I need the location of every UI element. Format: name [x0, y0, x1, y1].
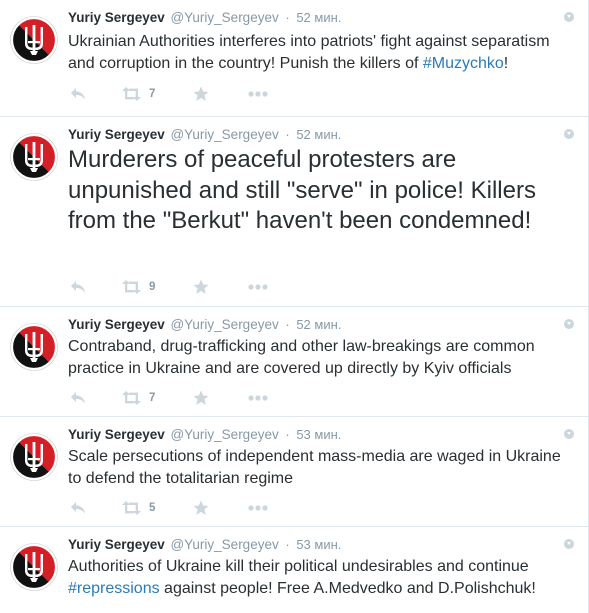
tweet-text: Contraband, drug-trafficking and other l… — [68, 338, 535, 377]
favorite-button[interactable] — [193, 390, 209, 406]
author-handle[interactable]: @Yuriy_Sergeyev — [170, 427, 278, 442]
retweet-icon — [122, 280, 141, 294]
reply-icon — [71, 502, 85, 514]
reply-button[interactable] — [70, 279, 86, 295]
ellipsis-icon — [248, 505, 268, 511]
tweet-text-part: Authorities of Ukraine kill their politi… — [68, 558, 529, 575]
star-icon — [193, 390, 209, 405]
separator-dot: · — [285, 427, 290, 442]
reply-icon — [71, 88, 85, 100]
author-handle[interactable]: @Yuriy_Sergeyev — [170, 317, 278, 332]
reply-icon — [71, 281, 85, 293]
avatar[interactable] — [10, 133, 58, 181]
retweet-count: 9 — [149, 281, 156, 293]
tweet-text-part: ! — [503, 55, 509, 72]
retweet-icon — [122, 501, 141, 515]
tweet-header: Yuriy Sergeyev @Yuriy_Sergeyev · 53 мин. — [68, 427, 341, 443]
ellipsis-icon — [248, 91, 268, 97]
author-name[interactable]: Yuriy Sergeyev — [68, 537, 165, 552]
reply-button[interactable] — [70, 390, 86, 406]
retweet-button[interactable]: 5 — [122, 500, 155, 516]
hashtag-link[interactable]: #Muzychko — [423, 55, 504, 72]
favorite-button[interactable] — [193, 86, 209, 102]
tweet-text: Scale persecutions of independent mass-m… — [68, 448, 561, 487]
tweet-item[interactable]: Yuriy Sergeyev @Yuriy_Sergeyev · 53 мин.… — [0, 417, 588, 527]
retweet-count: 7 — [149, 88, 156, 100]
tweet-text: Ukrainian Authorities interferes into pa… — [68, 31, 568, 75]
tweet-text: Murderers of peaceful protesters are unp… — [68, 146, 536, 234]
star-icon — [193, 86, 209, 101]
tweet-timestamp[interactable]: 52 мин. — [296, 10, 341, 25]
star-icon — [193, 500, 209, 515]
tweet-item[interactable]: Yuriy Sergeyev @Yuriy_Sergeyev · 52 мин.… — [0, 0, 588, 117]
retweet-count: 5 — [149, 502, 156, 514]
retweet-icon — [122, 87, 141, 101]
retweet-button[interactable]: 9 — [122, 279, 155, 295]
separator-dot: · — [285, 537, 290, 552]
retweet-button[interactable]: 7 — [122, 390, 155, 406]
tweet-item[interactable]: Yuriy Sergeyev @Yuriy_Sergeyev · 52 мин.… — [0, 117, 588, 307]
more-button[interactable] — [248, 390, 268, 406]
more-button[interactable] — [248, 86, 268, 102]
reply-button[interactable] — [70, 86, 86, 102]
author-handle[interactable]: @Yuriy_Sergeyev — [170, 10, 278, 25]
tweet-header: Yuriy Sergeyev @Yuriy_Sergeyev · 52 мин. — [68, 127, 341, 143]
tweet-timestamp[interactable]: 52 мин. — [296, 127, 341, 142]
favorite-button[interactable] — [193, 500, 209, 516]
tweet-timestamp[interactable]: 52 мин. — [296, 317, 341, 332]
tweet-text: Authorities of Ukraine kill their politi… — [68, 556, 568, 600]
separator-dot: · — [285, 10, 290, 25]
retweet-icon — [122, 391, 141, 405]
star-icon — [193, 279, 209, 294]
tweet-timeline: Yuriy Sergeyev @Yuriy_Sergeyev · 52 мин.… — [0, 0, 589, 613]
more-menu-caret-icon[interactable] — [564, 129, 574, 139]
favorite-button[interactable] — [193, 279, 209, 295]
more-menu-caret-icon[interactable] — [564, 12, 574, 22]
avatar[interactable] — [10, 543, 58, 591]
reply-icon — [71, 392, 85, 404]
more-menu-caret-icon[interactable] — [564, 319, 574, 329]
more-menu-caret-icon[interactable] — [564, 429, 574, 439]
more-button[interactable] — [248, 279, 268, 295]
author-handle[interactable]: @Yuriy_Sergeyev — [170, 537, 278, 552]
separator-dot: · — [285, 317, 290, 332]
ellipsis-icon — [248, 284, 268, 290]
hashtag-link[interactable]: #repressions — [68, 580, 160, 597]
author-handle[interactable]: @Yuriy_Sergeyev — [170, 127, 278, 142]
reply-button[interactable] — [70, 500, 86, 516]
retweet-count: 7 — [149, 392, 156, 404]
more-button[interactable] — [248, 500, 268, 516]
author-name[interactable]: Yuriy Sergeyev — [68, 10, 165, 25]
tweet-item[interactable]: Yuriy Sergeyev @Yuriy_Sergeyev · 52 мин.… — [0, 307, 588, 417]
avatar[interactable] — [10, 323, 58, 371]
separator-dot: · — [285, 127, 290, 142]
author-name[interactable]: Yuriy Sergeyev — [68, 127, 165, 142]
tweet-header: Yuriy Sergeyev @Yuriy_Sergeyev · 52 мин. — [68, 317, 341, 333]
tweet-item[interactable]: Yuriy Sergeyev @Yuriy_Sergeyev · 53 мин.… — [0, 527, 588, 613]
tweet-header: Yuriy Sergeyev @Yuriy_Sergeyev · 53 мин. — [68, 537, 341, 553]
more-menu-caret-icon[interactable] — [564, 539, 574, 549]
tweet-timestamp[interactable]: 53 мин. — [296, 427, 341, 442]
tweet-text-part: against people! Free A.Medvedko and D.Po… — [159, 580, 536, 597]
author-name[interactable]: Yuriy Sergeyev — [68, 317, 165, 332]
author-name[interactable]: Yuriy Sergeyev — [68, 427, 165, 442]
tweet-header: Yuriy Sergeyev @Yuriy_Sergeyev · 52 мин. — [68, 10, 341, 26]
tweet-timestamp[interactable]: 53 мин. — [296, 537, 341, 552]
ellipsis-icon — [248, 395, 268, 401]
avatar[interactable] — [10, 433, 58, 481]
retweet-button[interactable]: 7 — [122, 86, 155, 102]
avatar[interactable] — [10, 16, 58, 64]
